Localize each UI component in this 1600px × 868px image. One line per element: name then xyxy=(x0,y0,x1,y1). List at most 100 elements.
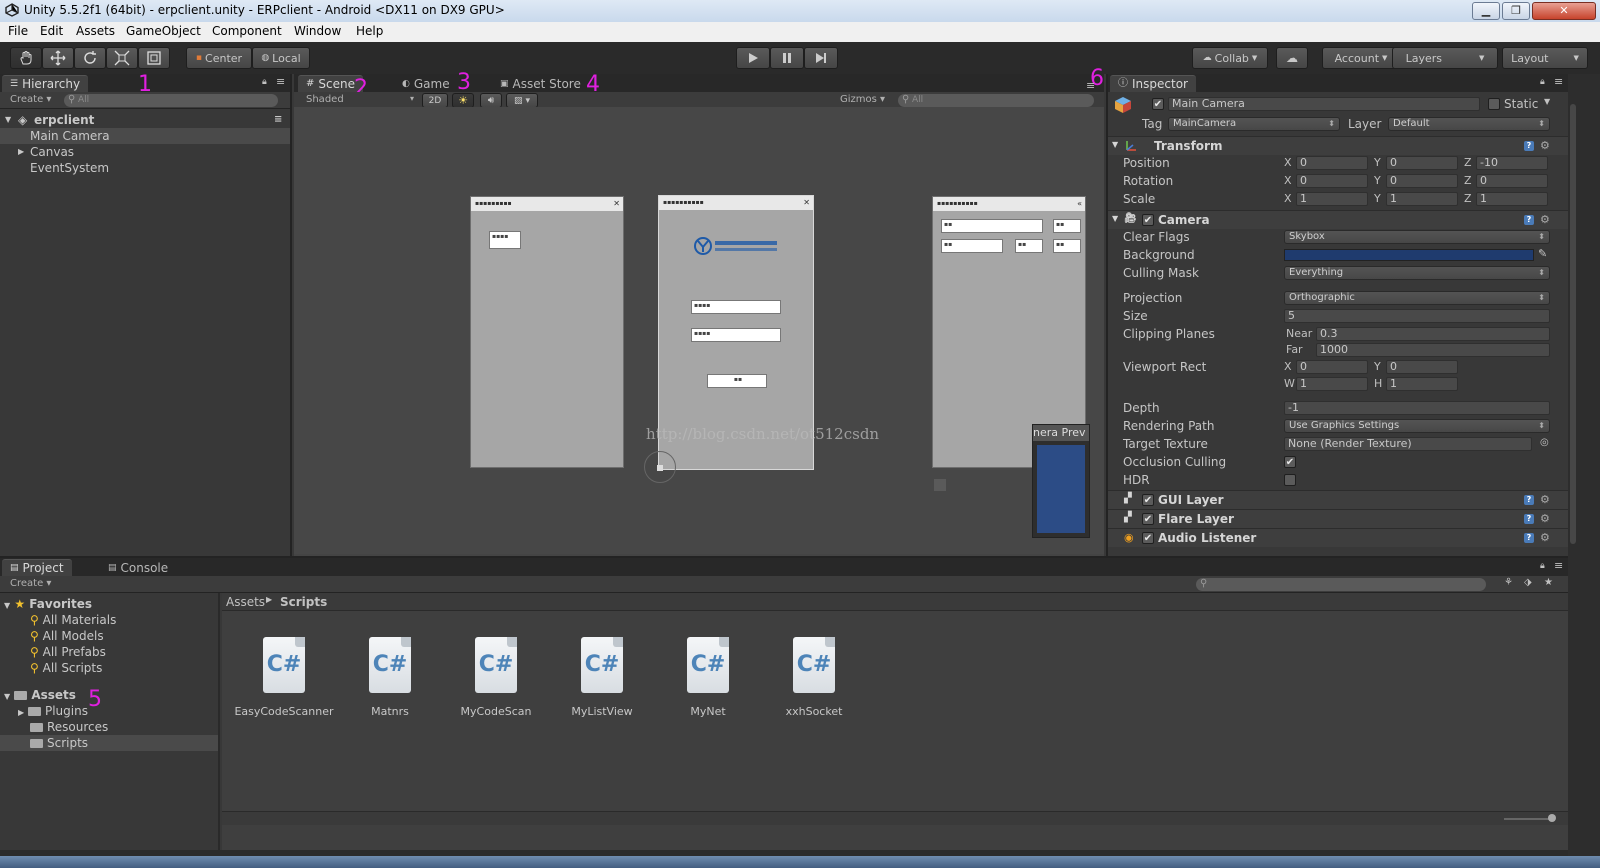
scene-search-input[interactable]: All xyxy=(898,93,1094,107)
icon-size-slider[interactable] xyxy=(1504,818,1554,820)
projection-dropdown[interactable]: Orthographic xyxy=(1284,291,1550,305)
expand-triangle-icon[interactable]: ▶ xyxy=(18,708,24,717)
favorite-item-scripts[interactable]: ⚲ All Scripts xyxy=(30,660,102,676)
hand-tool-button[interactable] xyxy=(10,47,42,69)
occlusion-culling-checkbox[interactable]: ✔ xyxy=(1284,456,1296,468)
scene-root-row[interactable]: ▼ ◈ erpclient ≡ xyxy=(0,112,290,128)
scale-x-input[interactable]: 1 xyxy=(1296,192,1368,206)
menu-edit[interactable]: Edit xyxy=(40,24,63,38)
collab-dropdown[interactable]: ☁ Collab ▼ xyxy=(1192,47,1268,69)
position-z-input[interactable]: -10 xyxy=(1476,156,1548,170)
menu-window[interactable]: Window xyxy=(294,24,341,38)
hierarchy-item-eventsystem[interactable]: EventSystem xyxy=(0,160,290,176)
move-tool-button[interactable] xyxy=(42,47,74,69)
shading-mode-dropdown[interactable]: Shaded xyxy=(306,94,344,105)
help-icon[interactable]: ? xyxy=(1524,141,1534,151)
right-scrollbar[interactable] xyxy=(1568,74,1600,868)
effects-dropdown[interactable]: ▨ ▾ xyxy=(506,93,538,108)
audio-toggle[interactable]: 🔊︎ xyxy=(480,93,502,108)
help-icon[interactable]: ? xyxy=(1524,215,1534,225)
asset-file[interactable]: C# MyCodeScan xyxy=(446,637,546,718)
flare-layer-checkbox[interactable]: ✔ xyxy=(1142,513,1154,525)
camera-component-header[interactable]: ▼ 🎥︎ ✔ Camera ? ⚙ xyxy=(1108,210,1568,229)
pivot-center-toggle[interactable]: ▪ Center xyxy=(186,47,252,69)
position-x-input[interactable]: 0 xyxy=(1296,156,1368,170)
gizmos-dropdown[interactable]: Gizmos ▾ xyxy=(840,94,885,105)
lighting-toggle[interactable]: ☀ xyxy=(452,93,474,108)
account-dropdown[interactable]: Account ▼ xyxy=(1322,47,1400,69)
maximize-button[interactable]: ❐ xyxy=(1502,2,1530,20)
scale-tool-button[interactable] xyxy=(106,47,138,69)
help-icon[interactable]: ? xyxy=(1524,495,1534,505)
pivot-handle[interactable] xyxy=(657,465,663,471)
scene-menu-icon[interactable]: ≡ xyxy=(274,112,282,128)
audio-listener-component-header[interactable]: ◉ ✔ Audio Listener ? ⚙ xyxy=(1108,528,1568,547)
help-icon[interactable]: ? xyxy=(1524,514,1534,524)
background-color-swatch[interactable] xyxy=(1284,249,1534,261)
filter-type-icon[interactable]: ⚘ xyxy=(1504,577,1513,588)
create-dropdown[interactable]: Create ▾ xyxy=(10,94,51,105)
gui-layer-checkbox[interactable]: ✔ xyxy=(1142,494,1154,506)
viewport-w-input[interactable]: 1 xyxy=(1296,377,1368,391)
rotate-tool-button[interactable] xyxy=(74,47,106,69)
tab-console[interactable]: ▤ Console xyxy=(100,559,176,576)
transform-component-header[interactable]: ▼ Transform ? ⚙ xyxy=(1108,136,1568,155)
tab-inspector[interactable]: ⓘ Inspector xyxy=(1110,75,1196,92)
gear-icon[interactable]: ⚙ xyxy=(1540,512,1550,525)
breadcrumb-scripts[interactable]: Scripts xyxy=(280,595,327,609)
cloud-services-button[interactable]: ☁ xyxy=(1276,47,1308,69)
folder-plugins[interactable]: ▶ Plugins xyxy=(18,703,88,719)
object-picker-icon[interactable]: ◎ xyxy=(1540,437,1549,448)
gear-icon[interactable]: ⚙ xyxy=(1540,531,1550,544)
scrollbar-thumb[interactable] xyxy=(1570,104,1576,544)
viewport-h-input[interactable]: 1 xyxy=(1386,377,1458,391)
rotation-z-input[interactable]: 0 xyxy=(1476,174,1548,188)
favorite-item-materials[interactable]: ⚲ All Materials xyxy=(30,612,116,628)
label-filter-icon[interactable]: ⬗ xyxy=(1524,577,1532,588)
gameobject-active-checkbox[interactable]: ✔ xyxy=(1152,98,1164,110)
rotation-y-input[interactable]: 0 xyxy=(1386,174,1458,188)
position-y-input[interactable]: 0 xyxy=(1386,156,1458,170)
gui-layer-component-header[interactable]: ▞ ✔ GUI Layer ? ⚙ xyxy=(1108,490,1568,509)
menu-component[interactable]: Component xyxy=(212,24,282,38)
favorite-item-models[interactable]: ⚲ All Models xyxy=(30,628,104,644)
scale-y-input[interactable]: 1 xyxy=(1386,192,1458,206)
project-search-input[interactable] xyxy=(1196,577,1486,591)
size-input[interactable]: 5 xyxy=(1284,309,1550,323)
hierarchy-item-canvas[interactable]: ▶ Canvas xyxy=(0,144,290,160)
close-button[interactable]: ✕ xyxy=(1532,2,1596,20)
folder-scripts[interactable]: Scripts xyxy=(0,735,218,751)
viewport-y-input[interactable]: 0 xyxy=(1386,360,1458,374)
viewport-x-input[interactable]: 0 xyxy=(1296,360,1368,374)
expand-triangle-icon[interactable]: ▼ xyxy=(4,692,10,701)
panel-menu-icon[interactable]: ≡ xyxy=(1086,79,1095,92)
favorite-item-prefabs[interactable]: ⚲ All Prefabs xyxy=(30,644,106,660)
gear-icon[interactable]: ⚙ xyxy=(1540,213,1550,226)
hierarchy-item-main-camera[interactable]: Main Camera xyxy=(0,128,290,144)
layer-dropdown[interactable]: Default xyxy=(1388,117,1550,131)
collapse-triangle-icon[interactable]: ▼ xyxy=(1112,214,1118,223)
clear-flags-dropdown[interactable]: Skybox xyxy=(1284,230,1550,244)
audio-listener-checkbox[interactable]: ✔ xyxy=(1142,532,1154,544)
layers-dropdown[interactable]: Layers ▼ xyxy=(1392,47,1498,69)
asset-file[interactable]: C# MyNet xyxy=(658,637,758,718)
depth-input[interactable]: -1 xyxy=(1284,401,1550,415)
static-dropdown[interactable]: ▼ xyxy=(1544,97,1550,106)
hdr-checkbox[interactable] xyxy=(1284,474,1296,486)
play-button[interactable] xyxy=(736,47,770,69)
asset-file[interactable]: C# MyListView xyxy=(552,637,652,718)
star-icon[interactable]: ★ xyxy=(1544,577,1553,588)
menu-gameobject[interactable]: GameObject xyxy=(126,24,201,38)
tab-game[interactable]: ◐ Game xyxy=(394,75,458,92)
lock-icon[interactable]: 🔒︎ xyxy=(1540,77,1545,87)
expand-triangle-icon[interactable]: ▶ xyxy=(18,144,24,160)
collapse-triangle-icon[interactable]: ▼ xyxy=(1112,140,1118,149)
menu-help[interactable]: Help xyxy=(356,24,383,38)
favorites-row[interactable]: ▼ ★ Favorites xyxy=(4,596,92,612)
gear-icon[interactable]: ⚙ xyxy=(1540,139,1550,152)
asset-file[interactable]: C# EasyCodeScanner xyxy=(234,637,334,718)
pause-button[interactable] xyxy=(770,47,804,69)
clipping-near-input[interactable]: 0.3 xyxy=(1316,327,1550,341)
pivot-local-toggle[interactable]: ◍ Local xyxy=(252,47,310,69)
lock-icon[interactable]: 🔒︎ xyxy=(1540,561,1545,571)
